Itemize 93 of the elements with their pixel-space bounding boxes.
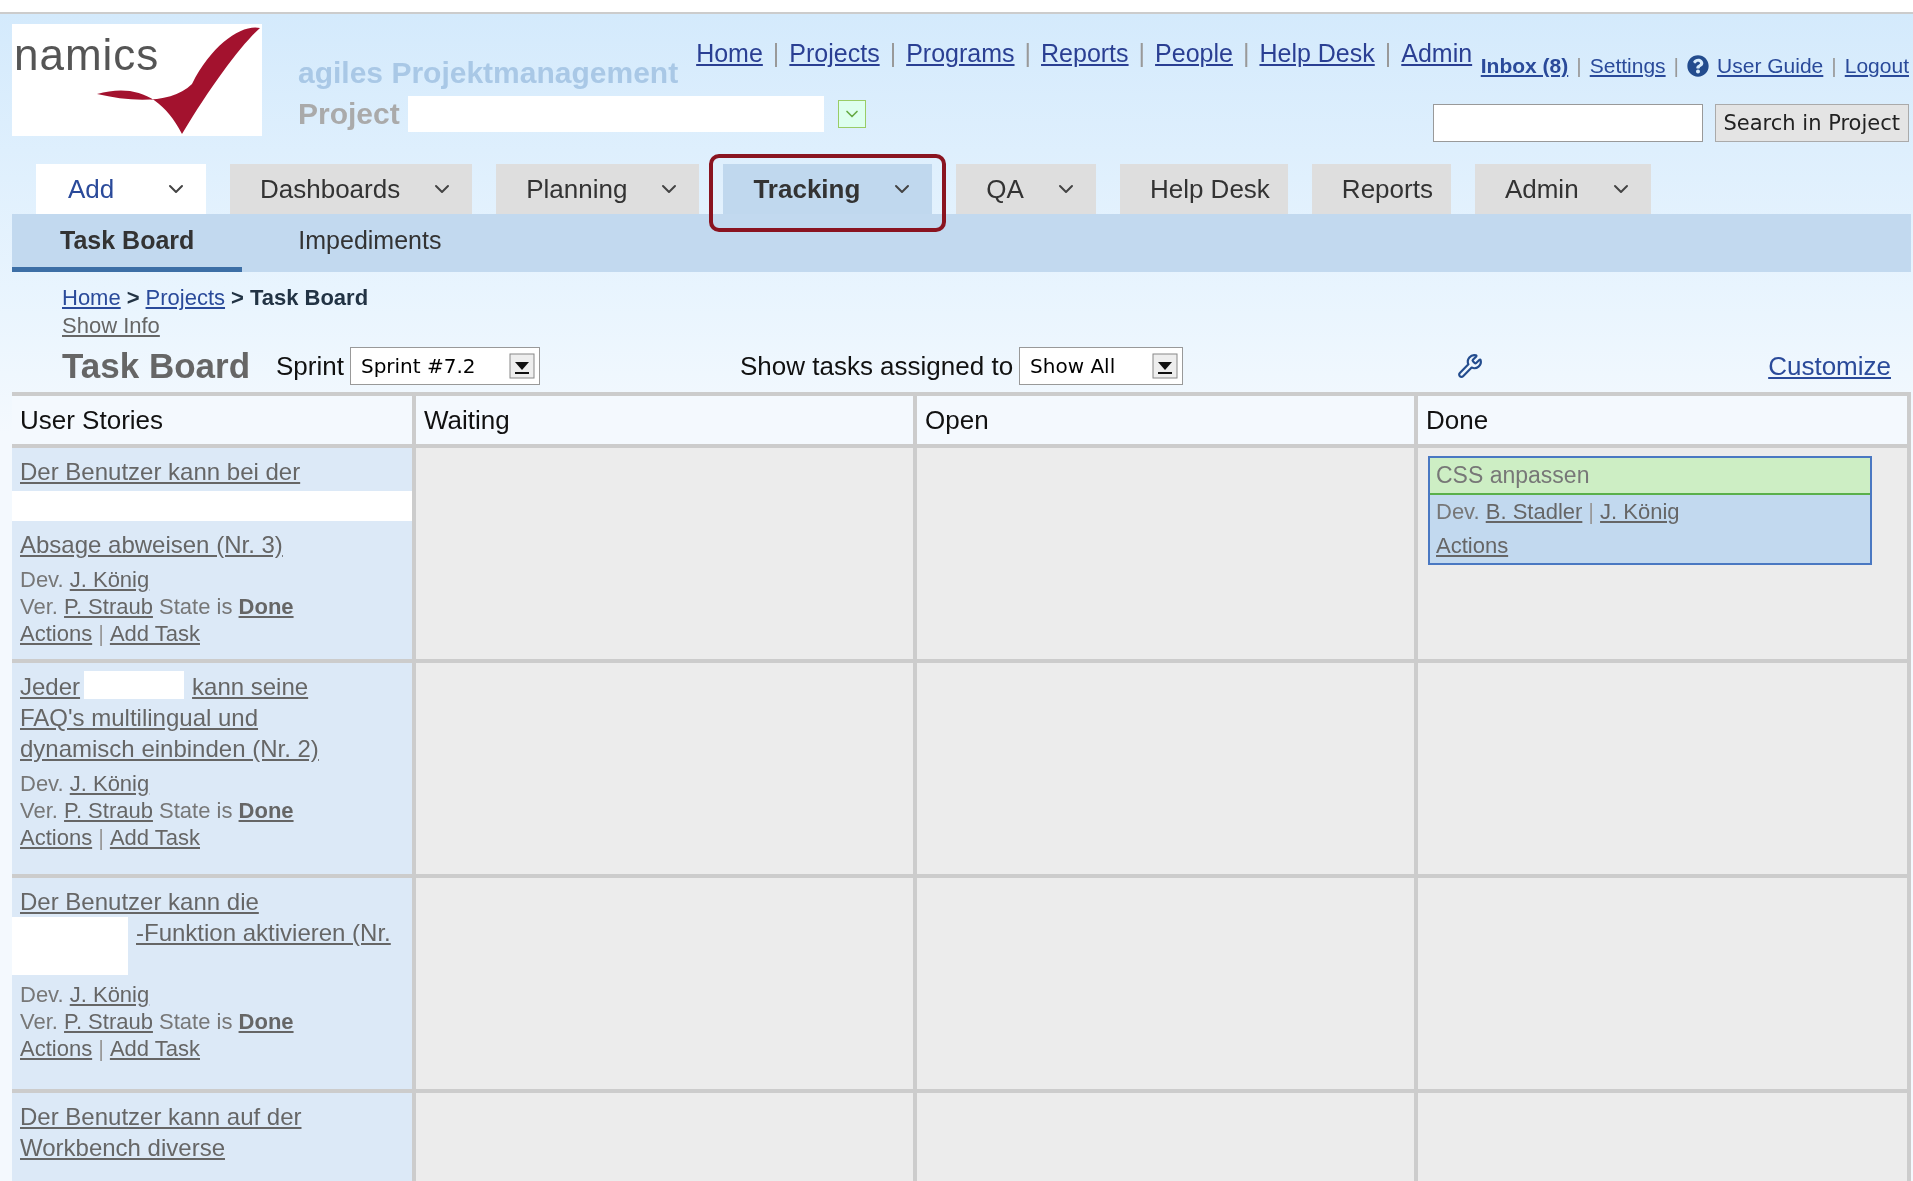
developer-line: Dev. J. König: [20, 770, 151, 797]
nav-link[interactable]: People: [1155, 39, 1233, 67]
sub-tab[interactable]: Impediments: [242, 214, 490, 272]
add-task-link[interactable]: Add Task: [109, 825, 200, 850]
menu-tab[interactable]: Help Desk: [1119, 164, 1288, 214]
assigned-label: Show tasks assigned to: [739, 350, 1014, 382]
search-button[interactable]: Search in Project: [1714, 104, 1909, 142]
separator: |: [1384, 39, 1392, 67]
user-link[interactable]: User Guide: [1717, 54, 1824, 78]
person-link[interactable]: J. König: [1600, 499, 1680, 524]
user-link[interactable]: Logout: [1844, 54, 1909, 78]
actions-link[interactable]: Actions: [1436, 533, 1509, 558]
person-link[interactable]: B. Stadler: [1485, 499, 1583, 524]
show-info-link[interactable]: Show Info: [62, 312, 160, 340]
menu-tab[interactable]: Reports: [1311, 164, 1451, 214]
person-link[interactable]: P. Straub: [64, 798, 153, 823]
column-header: Done: [1418, 396, 1907, 444]
separator: |: [1242, 39, 1250, 67]
separator: |: [1576, 54, 1582, 78]
developer-line: Dev. J. König: [20, 566, 151, 593]
person-link[interactable]: P. Straub: [64, 1009, 153, 1034]
menu-tab[interactable]: Admin: [1474, 164, 1651, 214]
add-task-link[interactable]: Add Task: [109, 1036, 200, 1061]
person-link[interactable]: P. Straub: [64, 594, 153, 619]
state-link[interactable]: Done: [238, 594, 294, 619]
person-link[interactable]: J. König: [69, 567, 150, 592]
separator: |: [1138, 39, 1146, 67]
menu-tab[interactable]: Dashboards: [230, 164, 473, 214]
column-header: Open: [917, 396, 1414, 444]
state-link[interactable]: Done: [238, 798, 294, 823]
separator: |: [98, 825, 104, 850]
user-link[interactable]: Inbox (8): [1480, 54, 1569, 78]
column-header: Waiting: [416, 396, 913, 444]
separator: |: [98, 621, 104, 646]
story-link[interactable]: Jeder: [20, 673, 81, 700]
story-link[interactable]: Der Benutzer kann die: [20, 886, 259, 917]
add-task-link[interactable]: Add Task: [109, 621, 200, 646]
nav-link[interactable]: Programs: [906, 39, 1015, 67]
separator: |: [772, 39, 780, 67]
story-link[interactable]: -Funktion aktivieren (Nr.: [136, 919, 391, 946]
task-title: CSS anpassen: [1430, 458, 1870, 495]
actions-link[interactable]: Actions: [20, 621, 93, 646]
person-link[interactable]: J. König: [69, 982, 150, 1007]
page-title: Task Board: [62, 346, 251, 386]
breadcrumb-separator: >: [126, 285, 140, 310]
breadcrumb-link[interactable]: Projects: [145, 285, 226, 310]
project-dropdown-button[interactable]: [837, 100, 866, 128]
story-link[interactable]: Workbench diverse: [20, 1132, 225, 1163]
sprint-label: Sprint: [276, 350, 344, 382]
developer-line: Dev. B. Stadler | J. König: [1435, 498, 1681, 526]
nav-link[interactable]: Home: [696, 39, 763, 67]
person-link[interactable]: J. König: [69, 771, 150, 796]
separator: |: [1588, 499, 1595, 524]
state-link[interactable]: Done: [238, 1009, 294, 1034]
user-link[interactable]: Settings: [1589, 54, 1666, 78]
actions-link[interactable]: Actions: [20, 1036, 93, 1061]
logo-text: namics: [14, 30, 160, 80]
breadcrumb-link[interactable]: Home: [62, 285, 121, 310]
assignee-select[interactable]: Show All: [1019, 347, 1184, 385]
separator: |: [1831, 54, 1837, 78]
menu-tab[interactable]: Add: [36, 164, 206, 214]
project-label: Project: [298, 97, 400, 131]
verifier-line: Ver. P. Straub State is Done: [20, 797, 295, 824]
separator: |: [1024, 39, 1032, 67]
sprint-select[interactable]: Sprint #7.2: [349, 347, 540, 385]
sub-tab[interactable]: Task Board: [12, 214, 243, 272]
developer-line: Dev. J. König: [20, 981, 151, 1008]
nav-link[interactable]: Projects: [789, 39, 880, 67]
menu-tab[interactable]: QA: [956, 164, 1096, 214]
story-link[interactable]: kann seine: [192, 673, 309, 700]
verifier-line: Ver. P. Straub State is Done: [20, 593, 295, 620]
story-link[interactable]: Absage abweisen (Nr. 3): [20, 529, 283, 560]
story-link[interactable]: dynamisch einbinden (Nr. 2): [20, 733, 319, 764]
nav-link[interactable]: Admin: [1401, 39, 1473, 67]
task-card[interactable]: CSS anpassen Dev. B. Stadler | J. König Actions: [1428, 456, 1872, 565]
separator: |: [889, 39, 897, 67]
actions-link[interactable]: Actions: [20, 825, 93, 850]
search-field[interactable]: [1432, 104, 1703, 142]
breadcrumb-separator: >: [231, 285, 244, 310]
verifier-line: Ver. P. Straub State is Done: [20, 1008, 295, 1035]
breadcrumb-current: Task Board: [249, 285, 369, 310]
menu-tab[interactable]: Planning: [496, 164, 700, 214]
story-link[interactable]: Der Benutzer kann auf der: [20, 1101, 302, 1132]
separator: |: [98, 1036, 104, 1061]
nav-link[interactable]: Help Desk: [1259, 39, 1375, 67]
column-header: User Stories: [12, 396, 412, 444]
story-link[interactable]: Der Benutzer kann bei der: [20, 456, 301, 487]
customize-link[interactable]: Customize: [1768, 350, 1891, 382]
separator: |: [1673, 54, 1680, 78]
story-link[interactable]: FAQ's multilingual und: [20, 702, 259, 733]
menu-tab[interactable]: Tracking: [723, 164, 933, 214]
wrench-icon: [1456, 353, 1483, 379]
nav-link[interactable]: Reports: [1041, 39, 1129, 67]
